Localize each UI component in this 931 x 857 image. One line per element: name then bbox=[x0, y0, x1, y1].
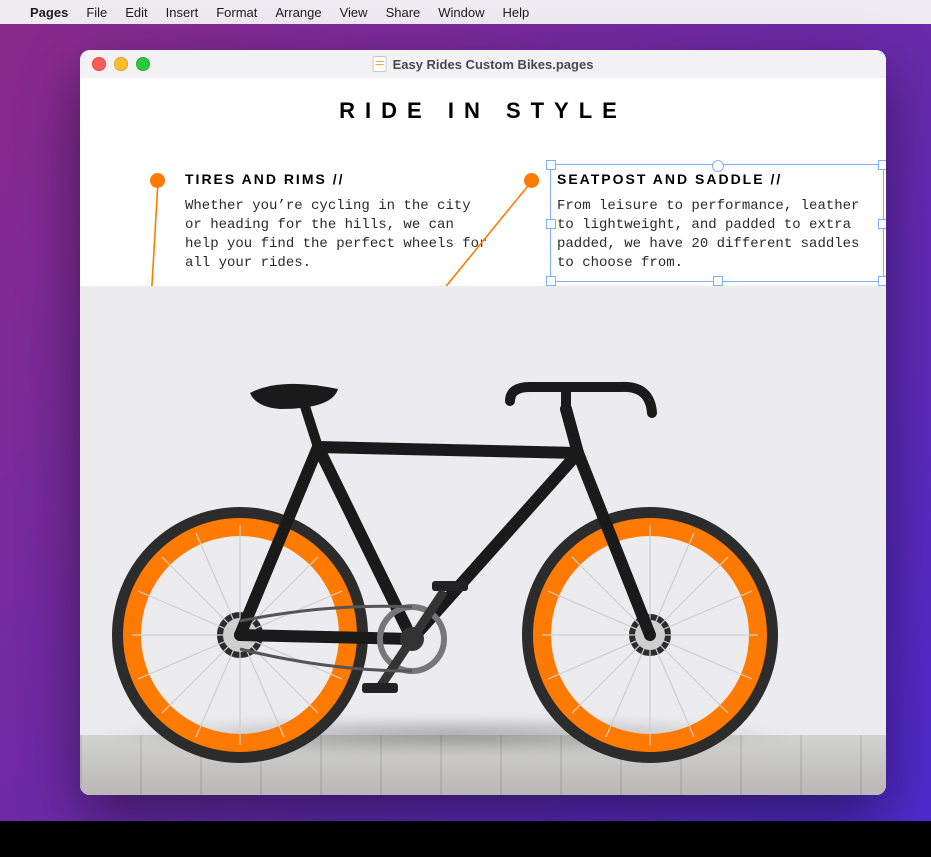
textbox-saddle-heading: SEATPOST AND SADDLE bbox=[557, 170, 867, 189]
resize-handle-tl[interactable] bbox=[546, 160, 556, 170]
callout-dot-saddle[interactable] bbox=[524, 173, 539, 188]
close-button[interactable] bbox=[92, 57, 106, 71]
zoom-button[interactable] bbox=[136, 57, 150, 71]
textbox-tires-body: Whether you’re cycling in the city or he… bbox=[185, 197, 495, 273]
resize-handle-bl[interactable] bbox=[546, 276, 556, 286]
screen-bottom-bar bbox=[0, 821, 931, 857]
textbox-saddle-body: From leisure to performance, leather to … bbox=[557, 197, 867, 273]
menu-share[interactable]: Share bbox=[386, 5, 421, 20]
textbox-tires[interactable]: TIRES AND RIMS Whether you’re cycling in… bbox=[185, 170, 495, 272]
macos-menubar: Pages File Edit Insert Format Arrange Vi… bbox=[0, 0, 931, 24]
bicycle-illustration bbox=[80, 335, 820, 765]
document-canvas[interactable]: RIDE IN STYLE TIRES AND RIMS Whether you… bbox=[80, 78, 886, 795]
resize-handle-ml[interactable] bbox=[546, 219, 556, 229]
page-title[interactable]: RIDE IN STYLE bbox=[80, 98, 886, 124]
callout-dot-tires[interactable] bbox=[150, 173, 165, 188]
menu-format[interactable]: Format bbox=[216, 5, 257, 20]
window-controls bbox=[80, 57, 150, 71]
resize-handle-tr[interactable] bbox=[878, 160, 886, 170]
minimize-button[interactable] bbox=[114, 57, 128, 71]
window-titlebar[interactable]: Easy Rides Custom Bikes.pages bbox=[80, 50, 886, 79]
handlebars bbox=[510, 387, 652, 413]
menu-help[interactable]: Help bbox=[503, 5, 530, 20]
menu-insert[interactable]: Insert bbox=[166, 5, 199, 20]
document-icon bbox=[373, 56, 387, 72]
pages-window: Easy Rides Custom Bikes.pages RIDE IN ST… bbox=[80, 50, 886, 795]
image-placeholder[interactable] bbox=[80, 286, 886, 795]
menu-file[interactable]: File bbox=[86, 5, 107, 20]
textbox-saddle[interactable]: SEATPOST AND SADDLE From leisure to perf… bbox=[557, 170, 867, 272]
menu-app[interactable]: Pages bbox=[30, 5, 68, 20]
window-title: Easy Rides Custom Bikes.pages bbox=[373, 56, 594, 72]
menu-view[interactable]: View bbox=[340, 5, 368, 20]
textbox-tires-heading: TIRES AND RIMS bbox=[185, 170, 495, 189]
saddle bbox=[250, 384, 338, 447]
window-title-text: Easy Rides Custom Bikes.pages bbox=[393, 57, 594, 72]
menu-edit[interactable]: Edit bbox=[125, 5, 147, 20]
resize-handle-mb[interactable] bbox=[713, 276, 723, 286]
menu-window[interactable]: Window bbox=[438, 5, 484, 20]
resize-handle-mr[interactable] bbox=[878, 219, 886, 229]
menu-arrange[interactable]: Arrange bbox=[275, 5, 321, 20]
resize-handle-br[interactable] bbox=[878, 276, 886, 286]
